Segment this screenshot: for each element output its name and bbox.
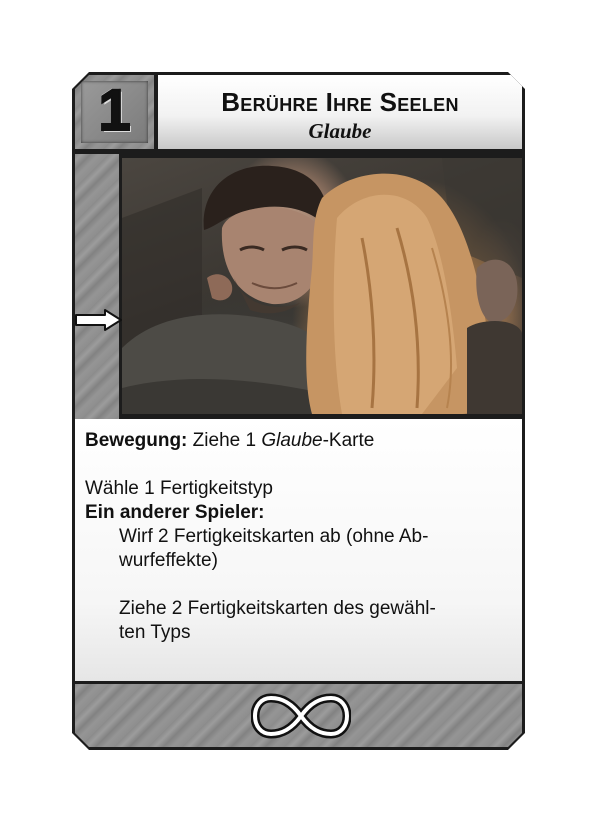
card-title: Berühre Ihre Seelen — [221, 87, 459, 117]
cost-box: 1 — [75, 75, 154, 149]
movement-type: Glaube — [261, 430, 323, 451]
other-player-label: Ein anderer Spieler: — [85, 502, 265, 523]
rules-text-box: Bewegung: Ziehe 1 Glaube-Karte Wähle 1 F… — [75, 419, 522, 681]
title-box: Berühre Ihre Seelen Glaube — [158, 75, 522, 149]
movement-line: Bewegung: Ziehe 1 Glaube-Karte — [85, 429, 514, 453]
infinity-icon — [251, 693, 351, 739]
artwork-scene — [122, 158, 522, 414]
game-card[interactable]: 1 Berühre Ihre Seelen Glaube Bewegung: Z… — [72, 72, 525, 750]
cost-value: 1 — [97, 77, 131, 144]
side-strip — [75, 154, 122, 419]
effect-2-line2: ten Typs — [119, 622, 191, 643]
card-type: Glaube — [308, 119, 372, 143]
card-artwork — [122, 158, 522, 414]
movement-post: -Karte — [322, 430, 375, 451]
effect-1-line2: wurfeffekte) — [119, 550, 218, 571]
effect-1-line1: Wirf 2 Fertigkeitskarten ab (ohne Ab- — [119, 526, 429, 547]
effect-2-line1: Ziehe 2 Fertigkeitskarten des gewähl- — [119, 598, 436, 619]
bottom-bar — [75, 684, 522, 747]
movement-pre: Ziehe 1 — [192, 430, 262, 451]
choose-line: Wähle 1 Fertigkeitstyp — [85, 478, 273, 499]
movement-label: Bewegung: — [85, 430, 188, 451]
arrow-right-icon — [75, 309, 122, 331]
